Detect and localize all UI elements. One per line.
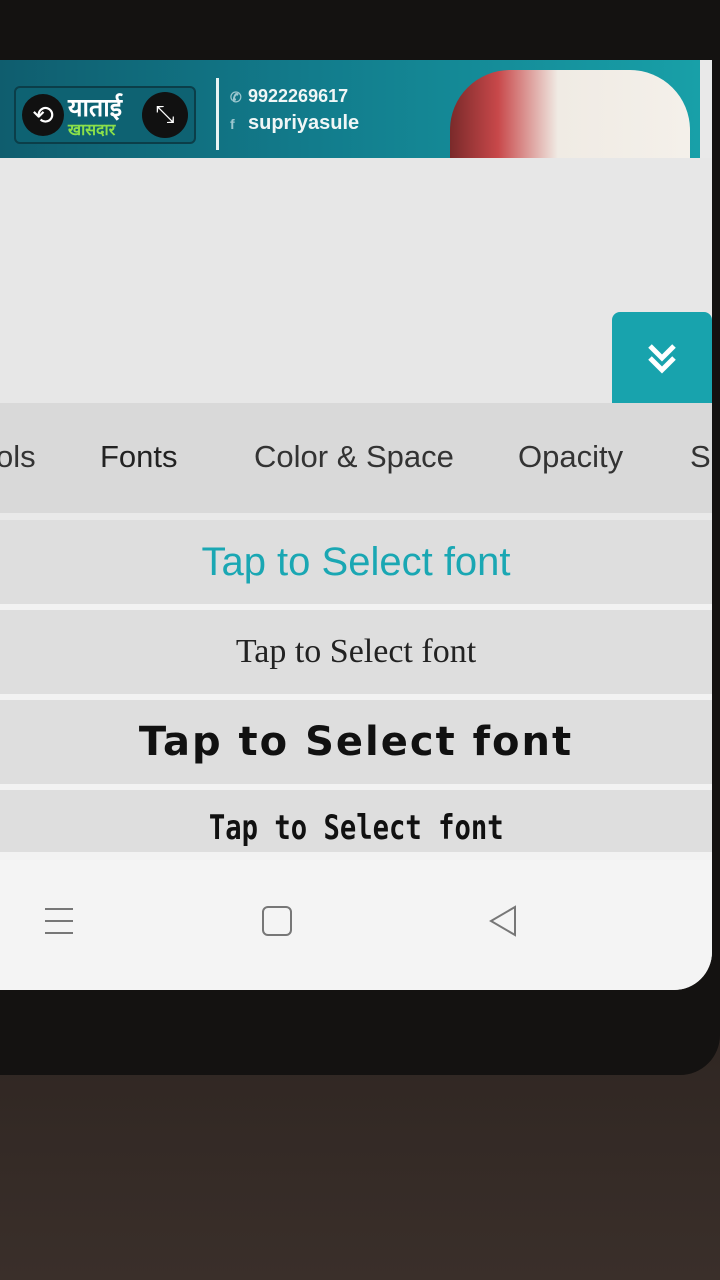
- banner-divider: [216, 78, 219, 150]
- phone-contact: ✆ 9922269617: [230, 86, 348, 107]
- tab-opacity[interactable]: Opacity: [518, 439, 623, 475]
- phone-number: 9922269617: [248, 86, 349, 106]
- double-chevron-down-icon: [648, 344, 676, 374]
- font-option[interactable]: Tap to Select font: [0, 700, 712, 784]
- tab-tools[interactable]: ols: [0, 439, 36, 475]
- app-logo: ⟲ याताई खासदार ⤡: [14, 86, 196, 144]
- collapse-button[interactable]: [612, 312, 712, 404]
- facebook-icon: f: [230, 116, 235, 132]
- font-option[interactable]: Tap to Select font: [0, 790, 712, 852]
- canvas-area: [0, 158, 712, 403]
- tab-next[interactable]: Sl: [690, 439, 712, 475]
- font-option[interactable]: Tap to Select font: [0, 610, 712, 694]
- logo-subtitle: खासदार: [68, 122, 116, 139]
- tab-fonts[interactable]: Fonts: [100, 439, 178, 475]
- menu-icon[interactable]: [34, 896, 84, 946]
- font-list: Tap to Select font Tap to Select font Ta…: [0, 520, 712, 860]
- home-icon[interactable]: [252, 896, 302, 946]
- app-screen: ⟲ याताई खासदार ⤡ ✆ 9922269617 f supriyasul…: [0, 60, 712, 990]
- refresh-icon[interactable]: ⟲: [22, 94, 64, 136]
- tab-color-space[interactable]: Color & Space: [254, 439, 454, 475]
- person-photo: [430, 60, 690, 158]
- system-nav-bar: [0, 860, 712, 990]
- facebook-contact: f supriyasule: [230, 112, 359, 135]
- font-option[interactable]: Tap to Select font: [0, 520, 712, 604]
- back-icon[interactable]: [478, 896, 528, 946]
- phone-icon: ✆: [230, 89, 242, 105]
- phone-frame: ⟲ याताई खासदार ⤡ ✆ 9922269617 f supriyasul…: [0, 0, 720, 1075]
- facebook-handle: supriyasule: [248, 112, 360, 134]
- tab-bar: ols Fonts Color & Space Opacity Sl: [0, 403, 712, 513]
- expand-icon[interactable]: ⤡: [142, 92, 188, 138]
- header-banner: ⟲ याताई खासदार ⤡ ✆ 9922269617 f supriyasul…: [0, 60, 700, 158]
